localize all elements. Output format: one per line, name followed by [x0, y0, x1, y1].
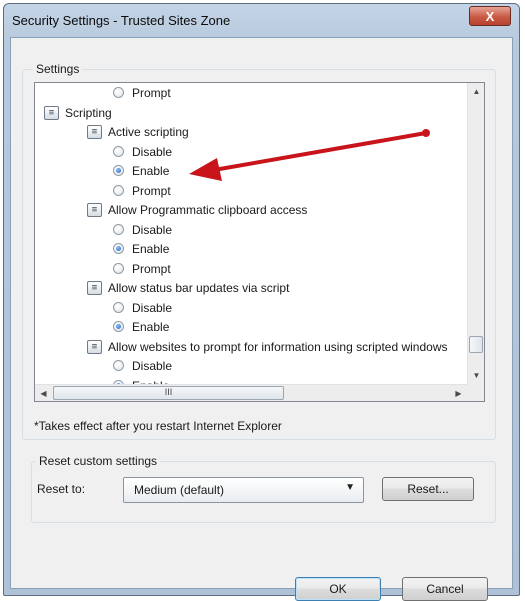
- annotation-arrow-dot: [422, 129, 430, 137]
- annotation-arrow: [189, 129, 430, 181]
- annotation-arrow-head: [189, 158, 222, 181]
- annotation-arrow-line: [212, 131, 428, 172]
